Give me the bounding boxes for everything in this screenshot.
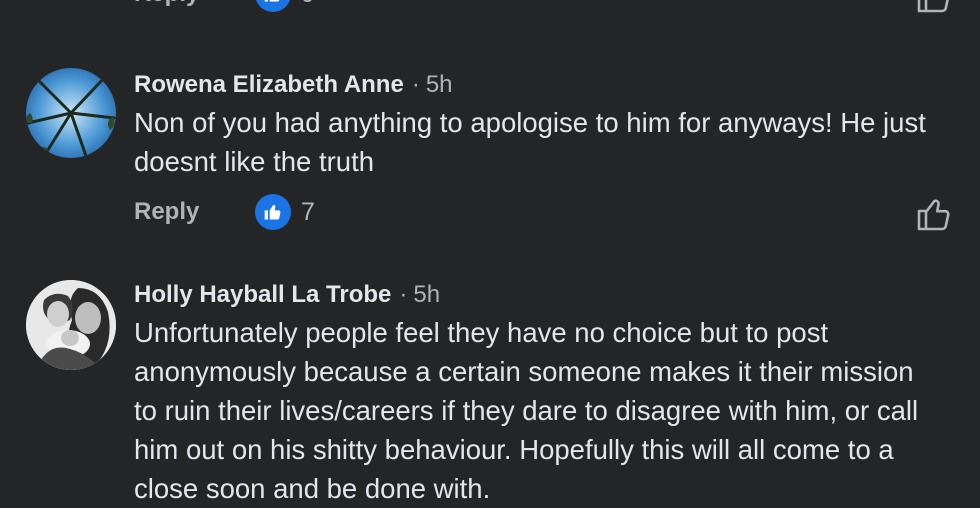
comment-author[interactable]: Holly Hayball La Trobe: [134, 281, 391, 308]
previous-comment-actions: Reply 9: [0, 0, 980, 20]
like-reaction-icon: [255, 194, 291, 230]
separator-dot: ·: [399, 281, 408, 308]
comment-timestamp[interactable]: 5h: [413, 281, 440, 308]
like-button-icon[interactable]: [914, 194, 954, 234]
avatar[interactable]: [26, 68, 116, 158]
like-button-icon[interactable]: [914, 0, 954, 16]
comment-author[interactable]: Rowena Elizabeth Anne: [134, 71, 404, 98]
avatar[interactable]: [26, 280, 116, 370]
comment-text: Non of you had anything to apologise to …: [134, 107, 926, 177]
reply-button[interactable]: Reply: [134, 0, 199, 8]
like-count: 9: [301, 0, 315, 9]
reply-button[interactable]: Reply: [134, 198, 199, 226]
family-photo-avatar-image: [26, 280, 116, 370]
like-count: 7: [301, 198, 315, 226]
like-reaction-icon: [255, 0, 291, 12]
separator-dot: ·: [411, 71, 420, 98]
comment-timestamp[interactable]: 5h: [426, 71, 453, 98]
comment-text: Unfortunately people feel they have no c…: [134, 317, 919, 504]
palm-trees-sky-avatar-image: [26, 68, 116, 158]
